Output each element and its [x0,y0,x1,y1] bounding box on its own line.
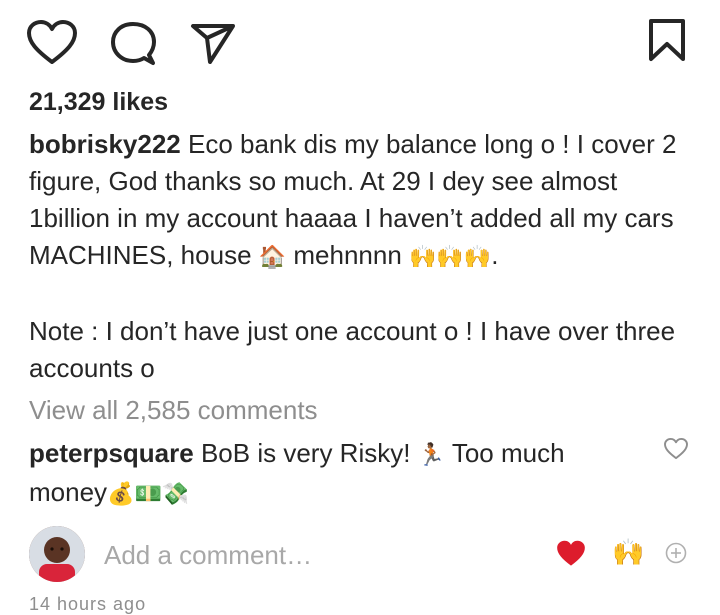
post-actions-bar [0,0,720,80]
comment-text: BoB is very Risky! [193,438,418,468]
caption-note: Note : I don’t have just one account o !… [29,316,676,383]
raised-hands-reaction-button[interactable]: 🙌 [612,538,644,568]
plus-circle-icon [665,542,687,564]
comment-username[interactable]: peterpsquare [29,438,194,468]
heart-icon [664,438,688,460]
money-emojis: 💰💵💸 [107,482,190,507]
like-button[interactable] [26,20,78,66]
runner-emoji: 🏃🏾 [417,443,446,468]
add-emoji-button[interactable] [665,542,687,569]
likes-count[interactable]: 21,329 likes [29,88,168,117]
house-emoji: 🏠 [258,245,287,270]
share-button[interactable] [190,22,236,64]
comment-item: peterpsquare BoB is very Risky! 🏃🏾 Too m… [29,435,649,513]
comment-button[interactable] [110,21,156,67]
post-caption: bobrisky222 Eco bank dis my balance long… [29,126,699,387]
save-button[interactable] [648,18,686,62]
add-comment-input[interactable]: Add a comment… [104,540,312,571]
raised-hands-emojis: 🙌🙌🙌 [409,245,492,270]
red-heart-icon [557,540,585,566]
comment-like-button[interactable] [663,438,689,465]
post-timestamp: 14 hours ago [29,594,147,614]
view-all-comments-link[interactable]: View all 2,585 comments [29,395,318,426]
add-comment-row: Add a comment… 🙌 [0,520,720,590]
comment-icon [111,22,156,65]
heart-icon [27,20,77,64]
share-icon [191,24,235,64]
bookmark-icon [649,19,685,61]
caption-username[interactable]: bobrisky222 [29,129,181,159]
caption-end: . [491,240,499,270]
avatar [29,526,85,582]
caption-text-2: mehnnnn [286,240,410,270]
heart-reaction-button[interactable] [556,540,586,572]
